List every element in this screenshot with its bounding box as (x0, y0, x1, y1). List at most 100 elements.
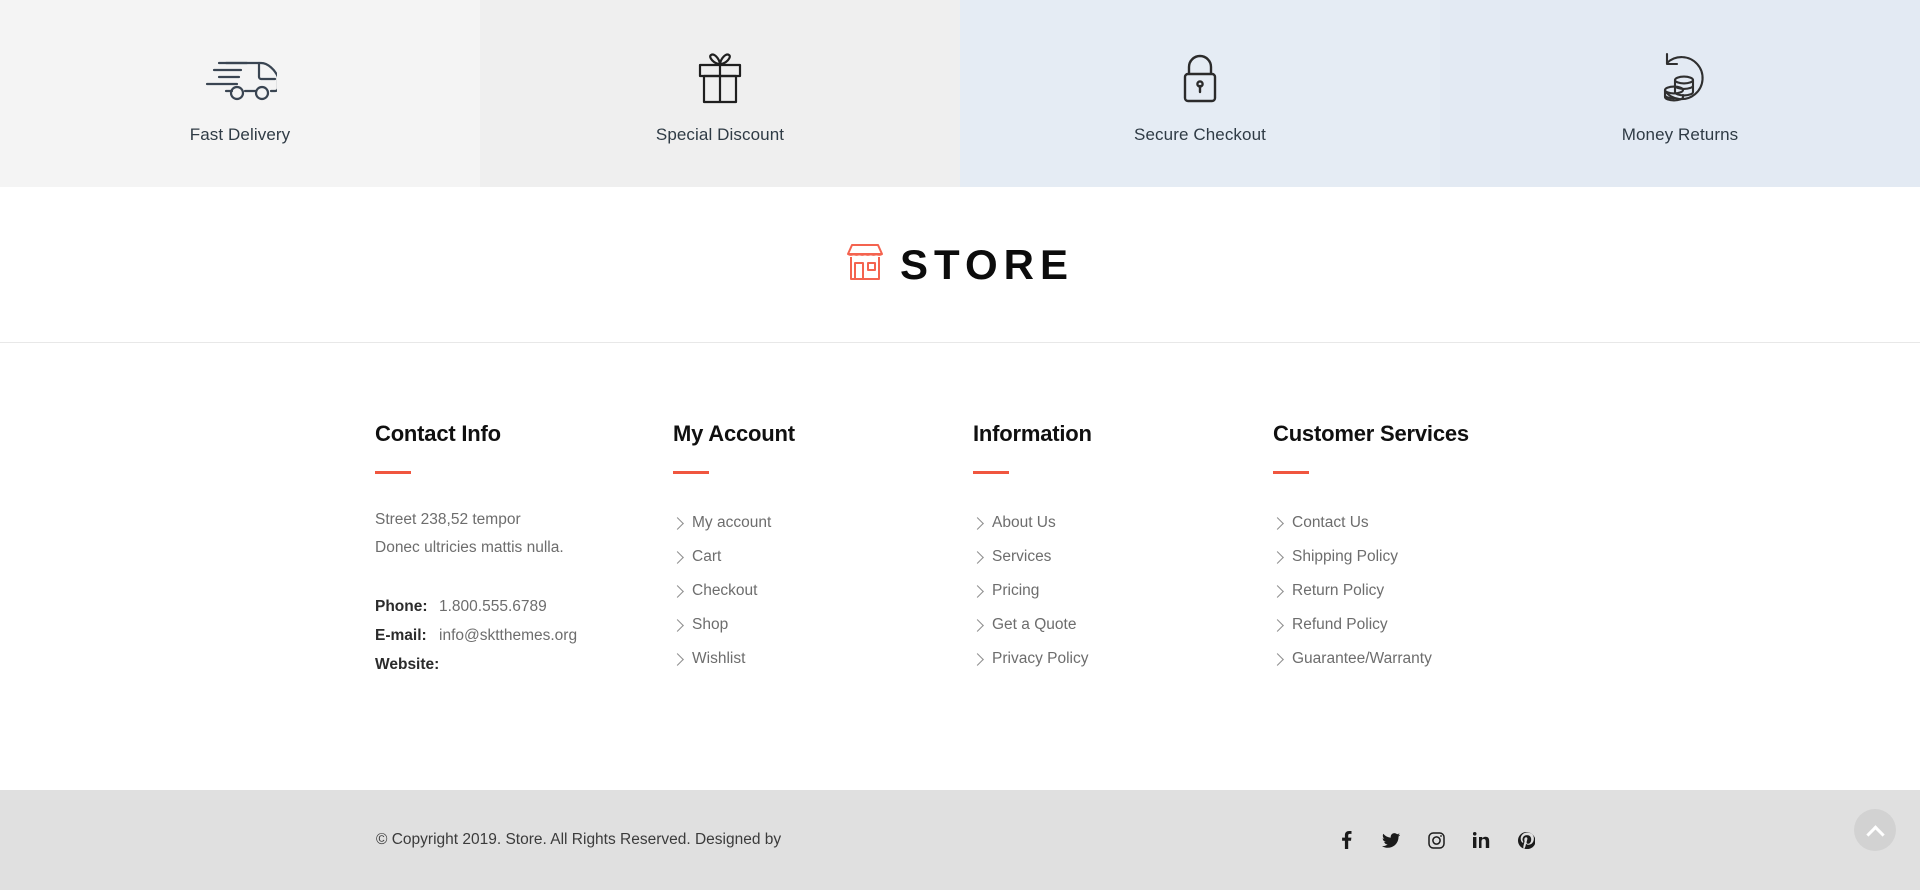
footer-column-contact-info: Contact Info Street 238,52 tempor Donec … (375, 421, 673, 679)
footer-bottom-bar: © Copyright 2019. Store. All Rights Rese… (0, 790, 1920, 890)
chevron-right-icon (971, 516, 984, 530)
chevron-right-icon (671, 584, 684, 598)
contact-details: Phone: 1.800.555.6789 E-mail: info@sktth… (375, 592, 673, 679)
column-title: Contact Info (375, 421, 501, 446)
chevron-up-icon (1865, 824, 1885, 844)
chevron-right-icon (671, 516, 684, 530)
contact-label: E-mail: (375, 627, 427, 644)
copyright-text: © Copyright 2019. Store. All Rights Rese… (376, 831, 782, 848)
footer-column-customer-services: Customer Services Contact Us Shipping Po… (1271, 421, 1573, 679)
list-item[interactable]: Privacy Policy (971, 642, 1273, 676)
list-item[interactable]: Contact Us (1271, 506, 1573, 540)
column-title: Customer Services (1273, 421, 1469, 446)
title-underline (1273, 471, 1309, 474)
contact-value[interactable]: info@sktthemes.org (439, 621, 577, 650)
footer-main: Contact Info Street 238,52 tempor Donec … (0, 343, 1920, 790)
list-item[interactable]: Pricing (971, 574, 1273, 608)
instagram-icon[interactable] (1427, 831, 1445, 849)
contact-label: Website: (375, 656, 440, 673)
feature-fast-delivery[interactable]: Fast Delivery (0, 0, 480, 187)
feature-label: Special Discount (655, 124, 785, 144)
list-item[interactable]: Refund Policy (1271, 608, 1573, 642)
feature-label: Fast Delivery (189, 124, 291, 144)
list-item[interactable]: My account (671, 506, 973, 540)
features-strip: Fast Delivery Special Discount Secure Ch… (0, 0, 1920, 187)
address-line: Street 238,52 tempor (375, 511, 521, 528)
link-label: About Us (992, 514, 1056, 531)
column-title: My Account (673, 421, 795, 446)
chevron-right-icon (971, 652, 984, 666)
social-links (1337, 831, 1535, 849)
logo-text: STORE (900, 240, 1074, 288)
contact-label: Phone: (375, 598, 428, 615)
list-item[interactable]: Wishlist (671, 642, 973, 676)
chevron-right-icon (671, 652, 684, 666)
contact-row-email: E-mail: info@sktthemes.org (375, 621, 673, 650)
chevron-right-icon (971, 618, 984, 632)
title-underline (973, 471, 1009, 474)
pinterest-icon[interactable] (1517, 831, 1535, 849)
list-item[interactable]: Get a Quote (971, 608, 1273, 642)
feature-money-returns[interactable]: Money Returns (1440, 0, 1920, 187)
address-line: Donec ultricies mattis nulla. (375, 539, 564, 556)
footer-column-information: Information About Us Services Pricing Ge… (971, 421, 1273, 679)
list-item[interactable]: About Us (971, 506, 1273, 540)
chevron-right-icon (1271, 550, 1284, 564)
linkedin-icon[interactable] (1472, 831, 1490, 849)
footer-column-my-account: My Account My account Cart Checkout Shop… (671, 421, 973, 679)
chevron-right-icon (1271, 584, 1284, 598)
feature-special-discount[interactable]: Special Discount (480, 0, 960, 187)
link-label: Shop (692, 616, 729, 633)
link-label: Return Policy (1292, 582, 1385, 599)
feature-label: Money Returns (1621, 124, 1739, 144)
twitter-icon[interactable] (1382, 831, 1400, 849)
chevron-right-icon (1271, 652, 1284, 666)
link-label: Guarantee/Warranty (1292, 650, 1432, 667)
chevron-right-icon (1271, 516, 1284, 530)
storefront-icon (846, 242, 884, 287)
logo-band: STORE (0, 187, 1920, 343)
facebook-icon[interactable] (1337, 831, 1355, 849)
chevron-right-icon (971, 550, 984, 564)
link-label: Pricing (992, 582, 1040, 599)
link-label: Cart (692, 548, 722, 565)
link-label: Services (992, 548, 1052, 565)
link-label: My account (692, 514, 772, 531)
list-item[interactable]: Services (971, 540, 1273, 574)
list-item[interactable]: Guarantee/Warranty (1271, 642, 1573, 676)
link-list: About Us Services Pricing Get a Quote Pr… (971, 506, 1273, 676)
link-label: Get a Quote (992, 616, 1077, 633)
delivery-truck-icon (203, 49, 277, 107)
link-label: Contact Us (1292, 514, 1369, 531)
contact-row-website: Website: (375, 650, 673, 679)
feature-label: Secure Checkout (1134, 124, 1266, 144)
list-item[interactable]: Cart (671, 540, 973, 574)
scroll-to-top-button[interactable] (1854, 809, 1896, 851)
link-label: Shipping Policy (1292, 548, 1398, 565)
feature-secure-checkout[interactable]: Secure Checkout (960, 0, 1440, 187)
list-item[interactable]: Shipping Policy (1271, 540, 1573, 574)
chevron-right-icon (671, 618, 684, 632)
list-item[interactable]: Checkout (671, 574, 973, 608)
padlock-icon (1180, 49, 1220, 107)
gift-box-icon (694, 49, 746, 107)
list-item[interactable]: Shop (671, 608, 973, 642)
link-list: My account Cart Checkout Shop Wishlist (671, 506, 973, 676)
chevron-right-icon (971, 584, 984, 598)
footer-columns: Contact Info Street 238,52 tempor Donec … (0, 421, 1920, 679)
column-title: Information (973, 421, 1092, 446)
link-label: Refund Policy (1292, 616, 1388, 633)
title-underline (673, 471, 709, 474)
link-label: Checkout (692, 582, 758, 599)
title-underline (375, 471, 411, 474)
link-label: Privacy Policy (992, 650, 1089, 667)
site-logo[interactable]: STORE (846, 242, 1074, 287)
chevron-right-icon (1271, 618, 1284, 632)
coins-return-icon (1655, 49, 1705, 107)
list-item[interactable]: Return Policy (1271, 574, 1573, 608)
chevron-right-icon (671, 550, 684, 564)
link-list: Contact Us Shipping Policy Return Policy… (1271, 506, 1573, 676)
link-label: Wishlist (692, 650, 746, 667)
contact-row-phone: Phone: 1.800.555.6789 (375, 592, 673, 621)
contact-value[interactable]: 1.800.555.6789 (439, 592, 547, 621)
